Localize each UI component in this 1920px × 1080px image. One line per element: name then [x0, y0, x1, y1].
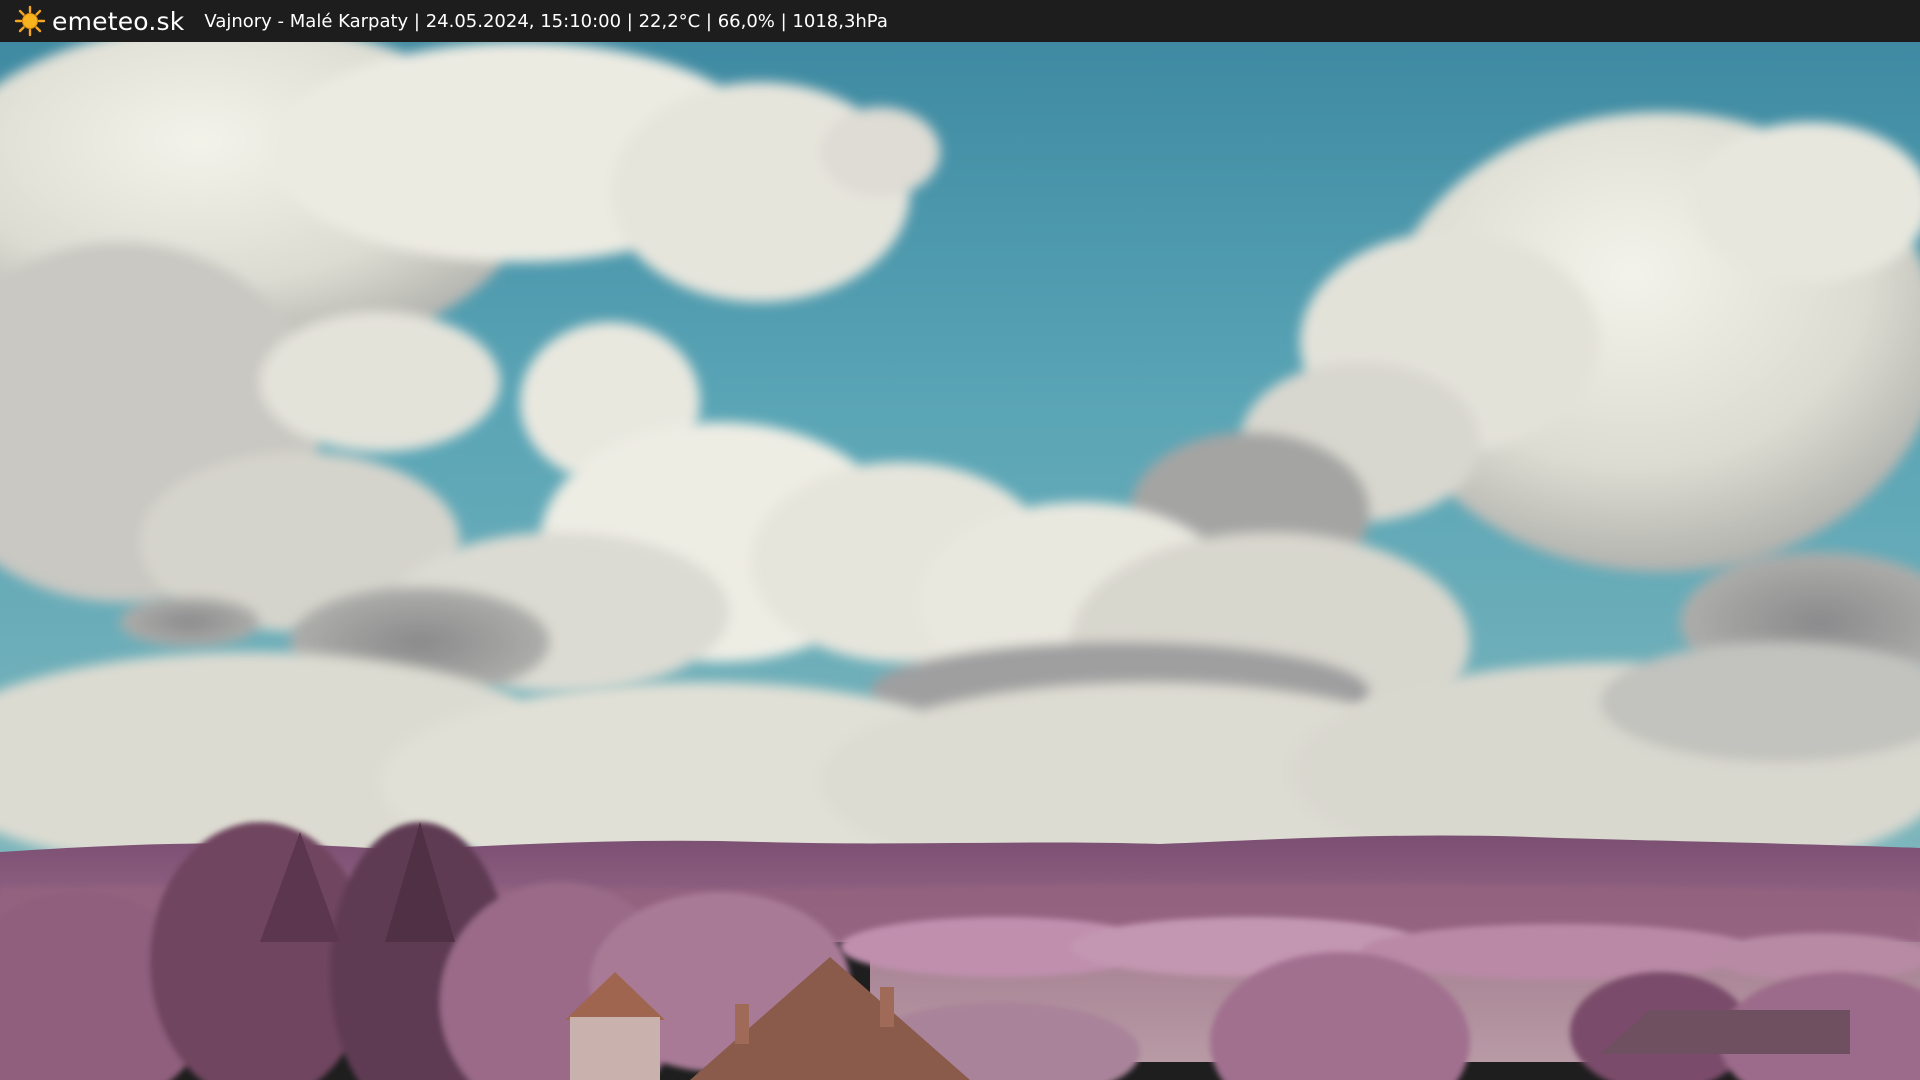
sun-icon	[14, 5, 46, 37]
webcam-frame: emeteo.sk Vajnory - Malé Karpaty | 24.05…	[0, 0, 1920, 1080]
station-caption: Vajnory - Malé Karpaty | 24.05.2024, 15:…	[204, 10, 888, 32]
site-logo[interactable]: emeteo.sk	[14, 5, 184, 37]
webcam-image	[0, 42, 1920, 1080]
top-info-bar: emeteo.sk Vajnory - Malé Karpaty | 24.05…	[0, 0, 1920, 42]
logo-text: emeteo.sk	[52, 6, 185, 36]
